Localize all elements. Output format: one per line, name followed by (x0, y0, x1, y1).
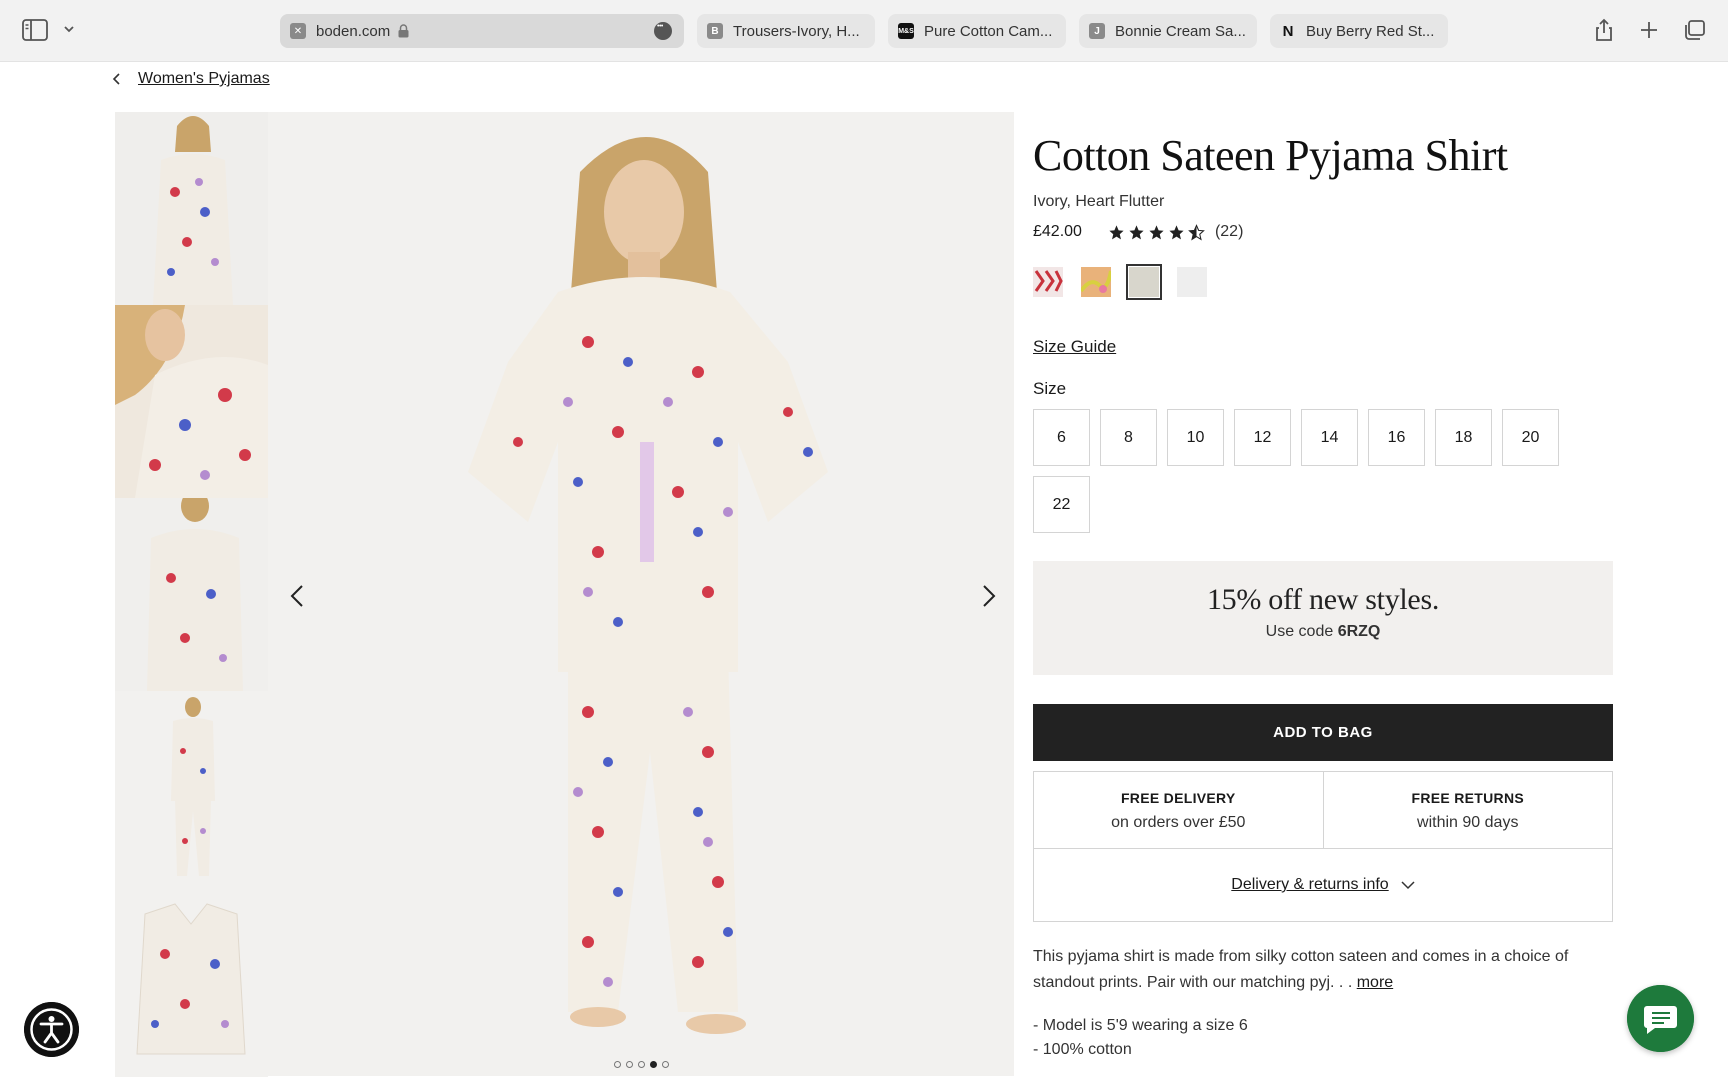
size-option[interactable]: 6 (1033, 409, 1090, 466)
next-image-arrow-icon[interactable] (976, 580, 1000, 612)
free-delivery-title: FREE DELIVERY (1120, 790, 1236, 806)
n-favicon-icon: N (1282, 22, 1294, 40)
pager-dot-2[interactable] (625, 1061, 633, 1068)
swatch-ivory-heart-flutter[interactable] (1126, 264, 1162, 300)
j-favicon-icon: J (1089, 23, 1105, 39)
breadcrumb: Women's Pyjamas (112, 70, 270, 88)
pager-dot-5[interactable] (661, 1061, 669, 1068)
delivery-panel: FREE DELIVERY on orders over £50 FREE RE… (1033, 771, 1613, 922)
star-icon (1169, 224, 1184, 239)
size-option[interactable]: 10 (1167, 409, 1224, 466)
swatch-gold-print[interactable] (1081, 267, 1111, 297)
thumbnail-strip (115, 112, 268, 1077)
size-option[interactable]: 12 (1234, 409, 1291, 466)
pager-dot-1[interactable] (613, 1061, 621, 1068)
pager-dot-3[interactable] (637, 1061, 645, 1068)
pager-dot-4[interactable] (649, 1061, 657, 1068)
swatch-white[interactable] (1177, 267, 1207, 297)
lock-icon (398, 24, 409, 38)
promo-headline: 15% off new styles. (1206, 583, 1440, 616)
free-returns-subtitle: within 90 days (1417, 814, 1519, 831)
product-description: This pyjama shirt is made from silky cot… (1033, 948, 1569, 991)
thumbnail-5[interactable] (115, 884, 268, 1077)
image-pager (268, 1061, 1014, 1068)
free-delivery-subtitle: on orders over £50 (1111, 814, 1246, 831)
promo-banner: 15% off new styles. Use code 6RZQ (1033, 561, 1613, 675)
detail-bullet: - Model is 5'9 wearing a size 6 (1033, 1017, 1248, 1034)
detail-bullet: - 100% cotton (1033, 1041, 1132, 1058)
thumbnail-1[interactable] (115, 112, 268, 305)
boden-favicon-icon: B (707, 23, 723, 39)
chat-icon[interactable] (1627, 985, 1694, 1052)
main-product-image[interactable] (268, 112, 1014, 1076)
product-info: Cotton Sateen Pyjama Shirt Ivory, Heart … (1033, 130, 1613, 1062)
rating-stars[interactable] (1108, 223, 1205, 241)
size-option[interactable]: 16 (1368, 409, 1425, 466)
tab-bonnie[interactable]: J Bonnie Cream Sa... (1079, 14, 1257, 48)
product-details: - Model is 5'9 wearing a size 6 - 100% c… (1033, 1014, 1613, 1062)
color-swatches (1033, 264, 1613, 300)
size-option[interactable]: 22 (1033, 476, 1090, 533)
previous-image-arrow-icon[interactable] (286, 580, 310, 612)
star-icon (1129, 224, 1144, 239)
more-icon[interactable] (654, 22, 672, 40)
thumbnail-3[interactable] (115, 498, 268, 691)
thumbnail-4[interactable] (115, 691, 268, 884)
size-options: 6 8 10 12 14 16 18 20 22 (1033, 409, 1593, 533)
star-icon (1109, 224, 1124, 239)
sidebar-icon[interactable] (22, 19, 48, 41)
tab-berry-red[interactable]: N Buy Berry Red St... (1270, 14, 1448, 48)
size-guide-link[interactable]: Size Guide (1033, 337, 1116, 357)
half-star-icon (1188, 223, 1205, 240)
promo-code: 6RZQ (1337, 623, 1381, 640)
product-color: Ivory, Heart Flutter (1033, 193, 1165, 210)
breadcrumb-womens-pyjamas-link[interactable]: Women's Pyjamas (138, 70, 270, 88)
chevron-down-icon[interactable] (62, 22, 76, 36)
star-icon (1149, 224, 1164, 239)
thumbnail-2[interactable] (115, 305, 268, 498)
size-option[interactable]: 18 (1435, 409, 1492, 466)
tabs-overview-icon[interactable] (1682, 18, 1706, 42)
tab-trousers[interactable]: B Trousers-Ivory, H... (697, 14, 875, 48)
accessibility-icon[interactable] (24, 1002, 79, 1057)
free-returns-title: FREE RETURNS (1411, 790, 1524, 806)
model-photo (268, 112, 1014, 1076)
size-option[interactable]: 8 (1100, 409, 1157, 466)
promo-use-code: Use code (1265, 623, 1334, 640)
review-count[interactable]: (22) (1215, 223, 1243, 241)
ms-favicon-icon: M&S (898, 23, 914, 39)
size-option[interactable]: 20 (1502, 409, 1559, 466)
chevron-down-icon (1401, 881, 1415, 890)
share-icon[interactable] (1592, 18, 1616, 42)
delivery-returns-info-toggle[interactable]: Delivery & returns info (1034, 849, 1612, 921)
plus-icon[interactable] (1637, 18, 1661, 42)
product-title: Cotton Sateen Pyjama Shirt (1033, 131, 1508, 180)
swatch-red-print[interactable] (1033, 267, 1063, 297)
tab-boden[interactable]: ✕ boden.com (280, 14, 684, 48)
tab-pure-cotton[interactable]: M&S Pure Cotton Cam... (888, 14, 1066, 48)
chevron-left-icon[interactable] (112, 72, 122, 86)
x-favicon-icon: ✕ (290, 23, 306, 39)
size-label: Size (1033, 379, 1067, 398)
add-to-bag-button[interactable]: ADD TO BAG (1033, 704, 1613, 761)
description-more-link[interactable]: more (1357, 974, 1393, 991)
delivery-returns-info-link[interactable]: Delivery & returns info (1231, 876, 1388, 894)
browser-toolbar: ✕ boden.com B Trousers-Ivory, H... M&S P… (0, 0, 1728, 62)
product-price: £42.00 (1033, 223, 1082, 240)
size-option[interactable]: 14 (1301, 409, 1358, 466)
